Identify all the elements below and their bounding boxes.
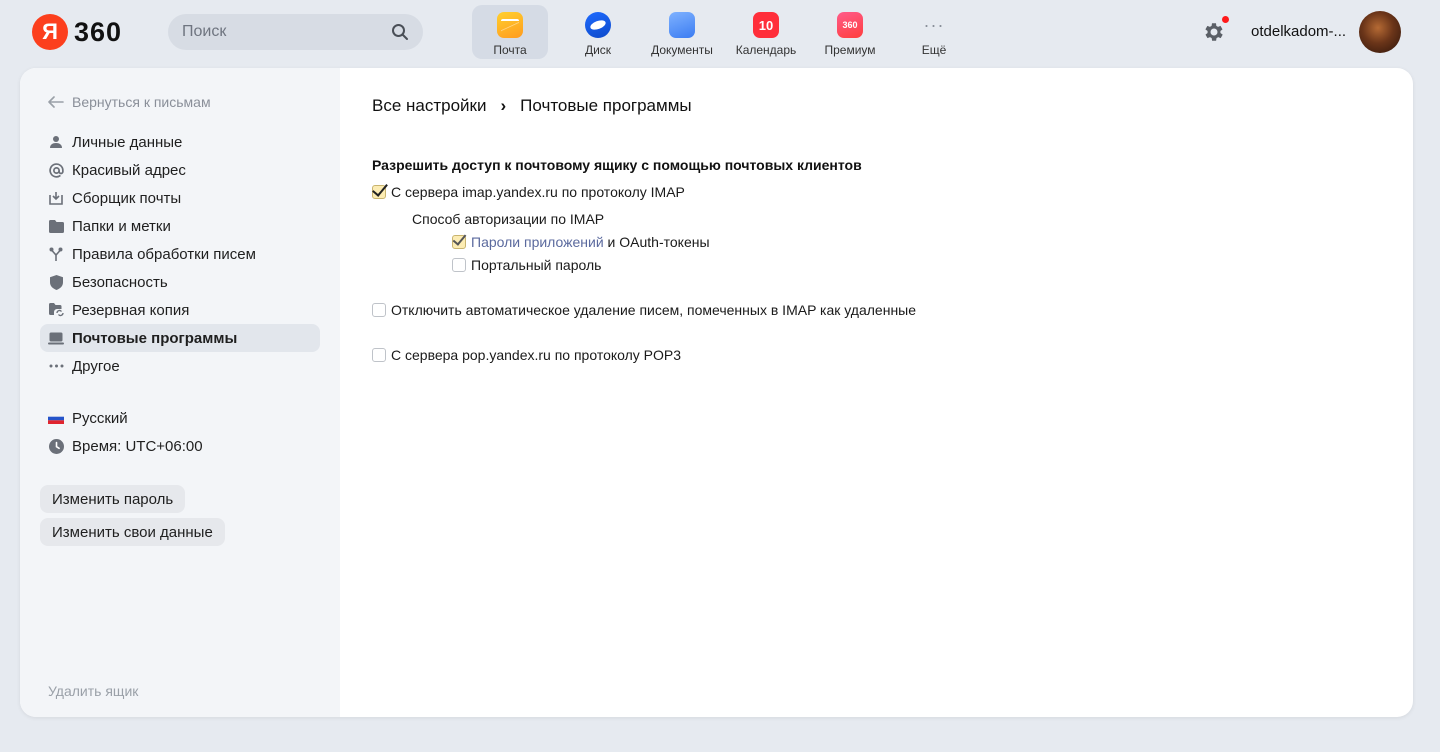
imap-label: С сервера imap.yandex.ru по протоколу IM…: [391, 184, 685, 200]
arrow-left-icon: [48, 96, 64, 108]
top-header: Я 360 Почта Диск Документы 10 Календарь …: [0, 0, 1440, 66]
person-icon: [48, 134, 64, 150]
sidebar-item-backup[interactable]: Резервная копия: [40, 296, 320, 324]
language-label: Русский: [72, 409, 128, 427]
sidebar-item-label: Резервная копия: [72, 301, 190, 319]
search-input[interactable]: [182, 23, 382, 41]
auth-method-title: Способ авторизации по IMAP: [412, 211, 605, 227]
app-label: Календарь: [735, 43, 797, 57]
breadcrumb-current: Почтовые программы: [520, 96, 692, 115]
sidebar-item-label: Папки и метки: [72, 217, 171, 235]
backup-folder-icon: [48, 302, 64, 318]
section-title: Разрешить доступ к почтовому ящику с пом…: [372, 157, 862, 173]
app-passwords-rest-label: и OAuth-токены: [603, 234, 710, 250]
back-to-mail-link[interactable]: Вернуться к письмам: [48, 94, 211, 110]
russian-flag-icon: [48, 410, 64, 426]
laptop-icon: [48, 330, 64, 346]
disk-icon: [585, 12, 611, 38]
disable-autodelete-checkbox[interactable]: [372, 303, 386, 317]
app-label: Документы: [651, 43, 713, 57]
sidebar-item-folders-labels[interactable]: Папки и метки: [40, 212, 320, 240]
sidebar-item-other[interactable]: Другое: [40, 352, 320, 380]
app-passwords-link[interactable]: Пароли приложений: [471, 234, 604, 250]
sidebar-item-mail-collector[interactable]: Сборщик почты: [40, 184, 320, 212]
sidebar-item-label: Красивый адрес: [72, 161, 186, 179]
dots-icon: [48, 358, 64, 374]
documents-icon: [669, 12, 695, 38]
breadcrumb-root-link[interactable]: Все настройки: [372, 96, 486, 116]
portal-password-label: Портальный пароль: [471, 257, 602, 273]
sidebar-item-mail-rules[interactable]: Правила обработки писем: [40, 240, 320, 268]
app-more[interactable]: ··· Ещё: [892, 5, 976, 59]
sidebar-item-label: Другое: [72, 357, 120, 375]
pop3-checkbox[interactable]: [372, 348, 386, 362]
at-sign-icon: [48, 162, 64, 178]
services-bar: Почта Диск Документы 10 Календарь 360 Пр…: [472, 5, 976, 59]
timezone-label: Время: UTC+06:00: [72, 437, 203, 455]
sidebar-item-label: Правила обработки писем: [72, 245, 256, 263]
locale-settings: Русский Время: UTC+06:00: [40, 404, 320, 460]
calendar-icon: 10: [753, 12, 779, 38]
back-label: Вернуться к письмам: [72, 94, 211, 110]
sidebar-item-label: Сборщик почты: [72, 189, 182, 207]
change-data-button[interactable]: Изменить свои данные: [40, 518, 225, 546]
app-mail[interactable]: Почта: [472, 5, 548, 59]
disable-autodelete-label: Отключить автоматическое удаление писем,…: [391, 302, 917, 318]
sidebar-item-beautiful-address[interactable]: Красивый адрес: [40, 156, 320, 184]
sidebar-item-mail-programs[interactable]: Почтовые программы: [40, 324, 320, 352]
logo-360-text: 360: [74, 16, 123, 47]
imap-checkbox[interactable]: [372, 185, 386, 199]
app-documents[interactable]: Документы: [640, 5, 724, 59]
sidebar-item-security[interactable]: Безопасность: [40, 268, 320, 296]
disable-autodelete-option[interactable]: Отключить автоматическое удаление писем,…: [372, 302, 916, 318]
app-premium[interactable]: 360 Премиум: [808, 5, 892, 59]
premium-icon: 360: [837, 12, 863, 38]
app-label: Диск: [584, 43, 612, 57]
breadcrumb: Все настройки › Почтовые программы: [372, 96, 692, 116]
imap-option[interactable]: С сервера imap.yandex.ru по протоколу IM…: [372, 184, 685, 200]
mail-icon: [497, 12, 523, 38]
inbox-download-icon: [48, 190, 64, 206]
app-passwords-checkbox[interactable]: [452, 235, 466, 249]
app-disk[interactable]: Диск: [556, 5, 640, 59]
portal-password-option[interactable]: Портальный пароль: [452, 257, 601, 273]
sidebar-item-personal-data[interactable]: Личные данные: [40, 128, 320, 156]
sidebar-item-label: Безопасность: [72, 273, 168, 291]
settings-card: Вернуться к письмам Личные данные Красив…: [20, 68, 1413, 717]
delete-mailbox-link[interactable]: Удалить ящик: [48, 683, 138, 699]
more-icon: ···: [923, 14, 945, 35]
clock-icon: [48, 438, 64, 454]
settings-menu: Личные данные Красивый адрес Сборщик поч…: [40, 128, 320, 380]
settings-gear-icon[interactable]: [1202, 20, 1226, 44]
shield-icon: [48, 274, 64, 290]
pop3-label: С сервера pop.yandex.ru по протоколу POP…: [391, 347, 682, 363]
search-box[interactable]: [168, 14, 423, 50]
app-passwords-option[interactable]: Пароли приложений и OAuth-токены: [452, 234, 710, 250]
sidebar-item-label: Почтовые программы: [72, 329, 238, 347]
yandex-logo-icon: Я: [32, 14, 68, 50]
sidebar-item-label: Личные данные: [72, 133, 183, 151]
portal-password-checkbox[interactable]: [452, 258, 466, 272]
breadcrumb-separator-icon: ›: [500, 96, 507, 115]
app-label: Ещё: [921, 43, 947, 57]
app-label: Почта: [493, 43, 527, 57]
app-calendar[interactable]: 10 Календарь: [724, 5, 808, 59]
avatar[interactable]: [1359, 11, 1401, 53]
search-icon[interactable]: [391, 23, 409, 41]
yandex-360-logo[interactable]: Я 360: [32, 14, 122, 50]
pop3-option[interactable]: С сервера pop.yandex.ru по протоколу POP…: [372, 347, 681, 363]
notification-dot: [1221, 15, 1230, 24]
settings-sidebar: Вернуться к письмам Личные данные Красив…: [20, 68, 340, 717]
timezone-selector[interactable]: Время: UTC+06:00: [40, 432, 320, 460]
folder-icon: [48, 218, 64, 234]
username[interactable]: otdelkadom-...: [1251, 23, 1346, 40]
rules-fork-icon: [48, 246, 64, 262]
language-selector[interactable]: Русский: [40, 404, 320, 432]
app-label: Премиум: [824, 43, 876, 57]
change-password-button[interactable]: Изменить пароль: [40, 485, 186, 513]
